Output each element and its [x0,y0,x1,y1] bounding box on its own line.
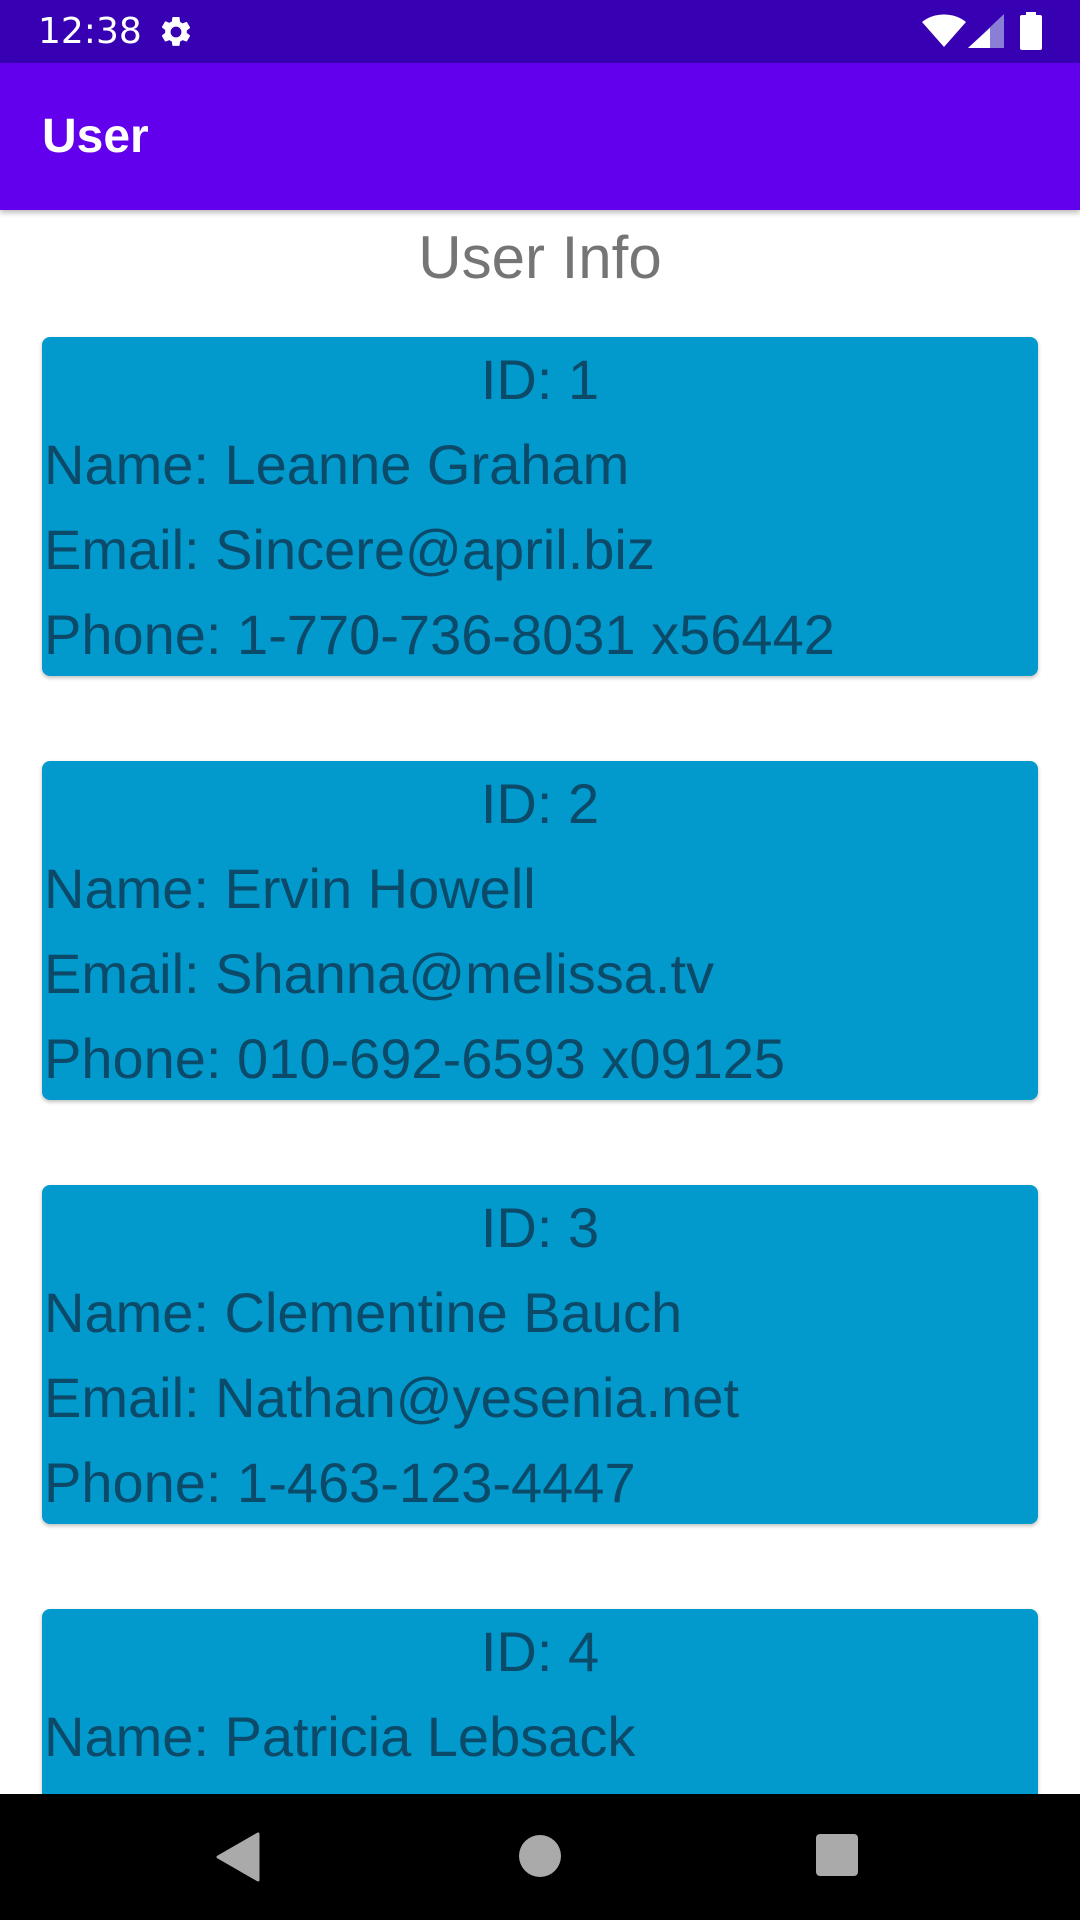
user-id: ID: 1 [480,348,600,411]
user-name: Name: Leanne Graham [44,433,630,496]
gear-icon [161,16,191,46]
user-list[interactable]: User Info ID: 1 Name: Leanne Graham Emai… [0,210,1080,1794]
user-card: ID: 2 Name: Ervin Howell Email: Shanna@m… [42,761,1038,1100]
navigation-bar [0,1794,1080,1920]
wifi-icon [922,14,966,47]
user-name: Name: Clementine Bauch [44,1281,683,1344]
user-id: ID: 4 [480,1620,600,1683]
user-phone: Phone: 1-770-736-8031 x56442 [44,603,835,666]
app-title: User [42,110,149,163]
user-card: ID: 1 Name: Leanne Graham Email: Sincere… [42,337,1038,676]
status-time: 12:38 [38,11,142,52]
user-email: Email: Shanna@melissa.tv [44,942,715,1005]
user-email: Email: Sincere@april.biz [44,518,655,581]
home-icon[interactable] [519,1835,561,1877]
status-bar: 12:38 [0,0,1080,63]
user-name: Name: Patricia Lebsack [44,1705,636,1768]
signal-icon [968,14,1004,48]
user-phone: Phone: 010-692-6593 x09125 [44,1027,786,1090]
user-id: ID: 3 [480,1196,600,1259]
user-email: Email: Nathan@yesenia.net [44,1366,739,1429]
app-bar: User [0,63,1080,210]
user-card: ID: 4 Name: Patricia Lebsack [42,1609,1038,1794]
section-title: User Info [418,224,662,291]
recents-icon[interactable] [816,1834,858,1876]
user-card: ID: 3 Name: Clementine Bauch Email: Nath… [42,1185,1038,1524]
user-phone: Phone: 1-463-123-4447 [44,1451,636,1514]
screen: 12:38 User User Info ID: 1 Name: Leanne … [0,0,1080,1920]
user-name: Name: Ervin Howell [44,857,536,920]
battery-icon [1020,12,1042,50]
user-id: ID: 2 [480,772,600,835]
back-icon[interactable] [216,1832,260,1882]
